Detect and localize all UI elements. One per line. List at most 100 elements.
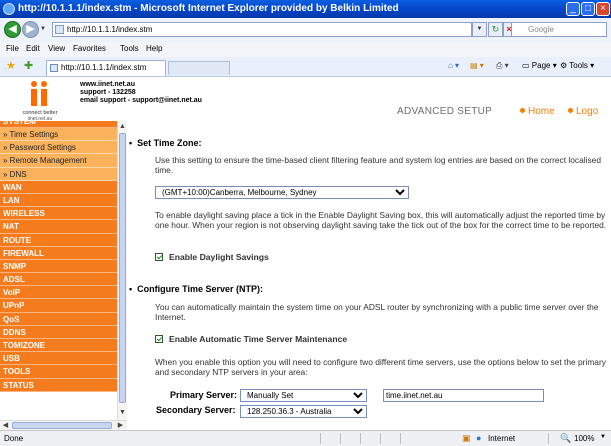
address-bar: ◀ ▶ ▼ http://10.1.1.1/index.stm ▼ ↻ × Go… [0, 18, 611, 43]
sidebar-item-remote-management[interactable]: » Remote Management [0, 154, 117, 168]
sidebar-section-ddns[interactable]: DDNS [0, 325, 117, 339]
menu-view[interactable]: View [48, 44, 65, 53]
tools-menu[interactable]: ⚙ Tools ▾ [560, 61, 594, 70]
address-input[interactable]: http://10.1.1.1/index.stm [52, 22, 472, 37]
iinet-logo[interactable]: connect better iinet.net.au [12, 80, 68, 122]
tab-page-icon [50, 64, 58, 72]
maximize-button[interactable]: □ [581, 2, 595, 16]
primary-server-select[interactable]: Manually Set [240, 389, 367, 402]
search-placeholder: Google [528, 25, 554, 34]
secondary-server-select[interactable]: 128.250.36.3 - Australia [240, 405, 367, 418]
add-favorites-icon[interactable]: ✚ [24, 59, 33, 72]
sidebar-horizontal-scrollbar[interactable]: ◀ ▶ [0, 420, 127, 430]
primary-server-label: Primary Server: [170, 390, 238, 400]
sidebar-section-tools[interactable]: TOOLS [0, 365, 117, 379]
window-title: http://10.1.1.1/index.stm - Microsoft In… [18, 3, 399, 14]
back-button[interactable]: ◀ [4, 21, 21, 38]
sidebar-section-snmp[interactable]: SNMP [0, 259, 117, 274]
zoom-icon[interactable]: 🔍 [560, 433, 571, 444]
addon-warning-icon[interactable]: ▣ [462, 433, 471, 444]
tools-menu-label: Tools [569, 61, 588, 70]
menu-tools[interactable]: Tools [120, 44, 139, 53]
page-menu[interactable]: ▭ Page ▾ [522, 61, 557, 70]
sidebar-item-dns[interactable]: » DNS [0, 167, 117, 181]
sidebar-section-tomizone[interactable]: TOMIZONE [0, 339, 117, 353]
history-dropdown-icon[interactable]: ▼ [40, 26, 46, 32]
sidebar-section-status[interactable]: STATUS [0, 378, 117, 392]
sidebar-section-firewall[interactable]: FIREWALL [0, 246, 117, 260]
timezone-heading-text: Set Time Zone: [137, 138, 202, 148]
page-header: connect better iinet.net.au www.iinet.ne… [0, 77, 611, 122]
horizontal-scroll-thumb[interactable] [12, 422, 112, 429]
close-button[interactable]: × [596, 2, 610, 16]
timezone-select[interactable]: (GMT+10:00)Canberra, Melbourne, Sydney [155, 186, 409, 199]
header-phone: support - 132258 [80, 89, 136, 96]
ntp-heading-text: Configure Time Server (NTP): [137, 284, 264, 294]
daylight-description: To enable daylight saving place a tick i… [155, 210, 607, 230]
ie-logo-icon [3, 3, 15, 15]
forward-button[interactable]: ▶ [22, 21, 39, 38]
tab-title: http://10.1.1.1/index.stm [61, 63, 147, 72]
logout-link[interactable]: Logo [568, 106, 598, 117]
header-email: email support - support@iinet.net.au [80, 97, 202, 104]
refresh-button[interactable]: ↻ [488, 22, 503, 37]
sidebar-section-system[interactable]: SYSTEM [0, 121, 117, 128]
sidebar-section-lan[interactable]: LAN [0, 193, 117, 208]
ntp-checkbox[interactable] [155, 335, 163, 343]
daylight-label: Enable Daylight Savings [169, 252, 269, 262]
sidebar-item-time-settings[interactable]: » Time Settings [0, 128, 117, 142]
sidebar-vertical-scrollbar[interactable]: ▲ ▼ [117, 121, 127, 420]
feeds-icon[interactable]: ▤ ▾ [470, 61, 484, 70]
favorites-star-icon[interactable]: ★ [6, 59, 16, 72]
status-divider [380, 433, 381, 444]
zoom-dropdown-icon[interactable]: ▼ [600, 434, 606, 440]
sidebar-section-route[interactable]: ROUTE [0, 233, 117, 247]
address-dropdown-icon[interactable]: ▼ [472, 22, 487, 37]
ntp-description: You can automatically maintain the syste… [155, 302, 599, 322]
sidebar-section-wan[interactable]: WAN [0, 180, 117, 194]
status-bar: Done ▣ ● Internet 🔍 100% ▼ [0, 430, 611, 446]
primary-server-input[interactable] [383, 389, 544, 402]
daylight-checkbox[interactable] [155, 253, 163, 261]
sidebar-section-nat[interactable]: NAT [0, 220, 117, 234]
secondary-server-label: Secondary Server: [156, 405, 236, 415]
tab-current[interactable]: http://10.1.1.1/index.stm [46, 60, 166, 76]
sidebar-section-adsl[interactable]: ADSL [0, 273, 117, 287]
scroll-down-icon[interactable]: ▼ [118, 408, 127, 418]
status-divider [340, 433, 341, 444]
zoom-level[interactable]: 100% [574, 434, 594, 443]
search-input[interactable]: Google [511, 22, 607, 37]
header-website: www.iinet.net.au [80, 81, 135, 88]
sidebar-section-qos[interactable]: QoS [0, 312, 117, 326]
sidebar-item-password-settings[interactable]: » Password Settings [0, 141, 117, 155]
sidebar-section-usb[interactable]: USB [0, 352, 117, 366]
home-icon[interactable]: ⌂ ▾ [448, 61, 459, 70]
menu-file[interactable]: File [6, 44, 19, 53]
status-divider [360, 433, 361, 444]
status-divider [320, 433, 321, 444]
menu-help[interactable]: Help [146, 44, 162, 53]
ntp-label: Enable Automatic Time Server Maintenance [169, 334, 348, 344]
servers-description: When you enable this option you will nee… [155, 357, 606, 377]
scroll-up-icon[interactable]: ▲ [118, 122, 127, 132]
main-content: • Set Time Zone: Use this setting to ens… [127, 121, 611, 430]
menu-edit[interactable]: Edit [26, 44, 40, 53]
sidebar: SYSTEM » Time Settings » Password Settin… [0, 121, 117, 420]
iinet-logo-icon [31, 81, 47, 106]
print-icon[interactable]: ⎙ ▾ [496, 61, 509, 71]
menu-bar: File Edit View Favorites Tools Help [0, 42, 611, 58]
new-tab-button[interactable] [168, 61, 230, 75]
zone-text: Internet [488, 434, 516, 443]
timezone-heading: • Set Time Zone: [129, 138, 202, 148]
home-link[interactable]: Home [520, 106, 555, 117]
sidebar-section-voip[interactable]: VoIP [0, 286, 117, 300]
status-text: Done [4, 434, 24, 443]
menu-favorites[interactable]: Favorites [73, 44, 106, 53]
status-divider [400, 433, 401, 444]
minimize-button[interactable]: _ [566, 2, 580, 16]
address-text: http://10.1.1.1/index.stm [67, 25, 153, 34]
sidebar-section-wireless[interactable]: WIRELESS [0, 207, 117, 221]
sidebar-section-upnp[interactable]: UPnP [0, 299, 117, 313]
ntp-heading: • Configure Time Server (NTP): [129, 284, 264, 294]
scroll-thumb[interactable] [119, 133, 126, 403]
